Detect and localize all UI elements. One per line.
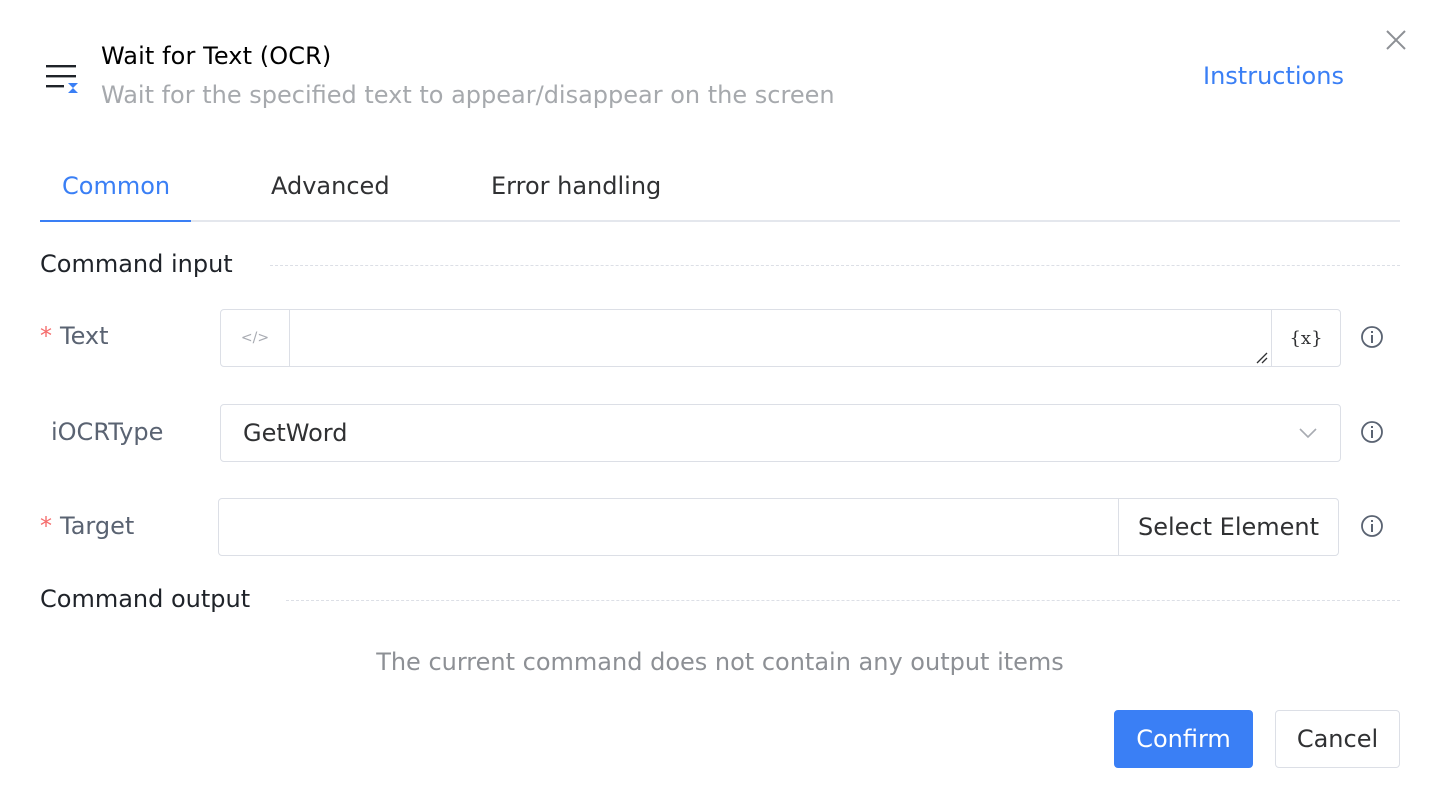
active-tab-indicator (40, 220, 191, 222)
confirm-button[interactable]: Confirm (1114, 710, 1253, 768)
info-icon[interactable] (1360, 420, 1384, 444)
dialog-title: Wait for Text (OCR) (101, 42, 332, 70)
select-element-button[interactable]: Select Element (1118, 499, 1338, 555)
tab-advanced[interactable]: Advanced (271, 172, 390, 200)
required-mark: * (40, 512, 52, 540)
iocrtype-label: iOCRType (51, 418, 164, 446)
section-divider (286, 600, 1400, 601)
text-field-label: * Text (40, 322, 109, 350)
iocrtype-select[interactable]: GetWord (220, 404, 1341, 462)
required-mark: * (40, 322, 52, 350)
wait-for-text-dialog: Wait for Text (OCR) Wait for the specifi… (0, 0, 1440, 808)
target-input[interactable] (219, 499, 1119, 555)
tab-bar: Common Advanced Error handling (40, 160, 1400, 222)
info-icon[interactable] (1360, 514, 1384, 538)
iocrtype-selected-value: GetWord (243, 419, 348, 447)
command-output-title: Command output (40, 585, 251, 613)
code-icon[interactable]: </> (221, 310, 290, 366)
text-input[interactable] (291, 310, 1270, 366)
text-field: </> {x} (220, 309, 1341, 367)
dialog-subtitle: Wait for the specified text to appear/di… (101, 81, 835, 109)
tab-common[interactable]: Common (62, 172, 170, 200)
resize-grip-icon[interactable] (1254, 350, 1268, 364)
chevron-down-icon (1299, 428, 1317, 439)
section-divider (270, 265, 1400, 266)
tab-error-handling[interactable]: Error handling (491, 172, 661, 200)
command-input-title: Command input (40, 250, 233, 278)
target-field: Select Element (218, 498, 1339, 556)
info-icon[interactable] (1360, 325, 1384, 349)
target-field-label: * Target (40, 512, 135, 540)
output-empty-message: The current command does not contain any… (376, 648, 1064, 676)
cancel-button[interactable]: Cancel (1275, 710, 1400, 768)
instructions-link[interactable]: Instructions (1203, 62, 1344, 90)
close-icon[interactable] (1384, 28, 1408, 52)
list-hourglass-icon (46, 65, 78, 93)
variable-icon[interactable]: {x} (1271, 310, 1340, 366)
